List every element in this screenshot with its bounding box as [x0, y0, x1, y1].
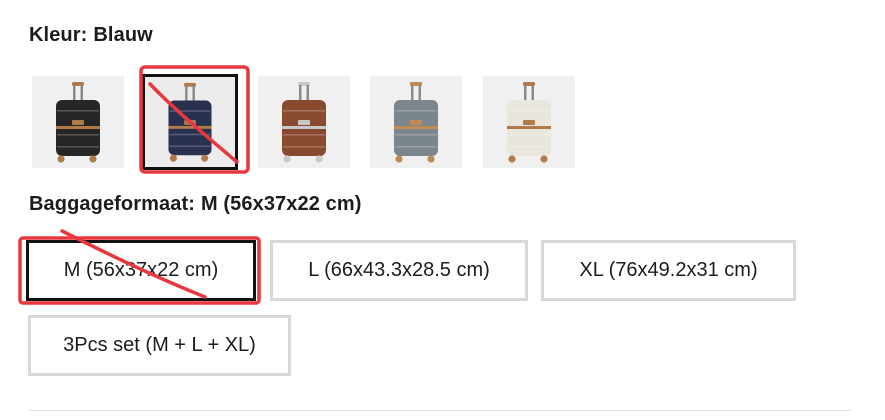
- color-label: Kleur: Blauw: [29, 24, 153, 47]
- size-option-m[interactable]: M (56x37x22 cm): [26, 240, 256, 301]
- suitcase-wheel: [283, 155, 291, 163]
- suitcase-handle-bar: [80, 85, 83, 101]
- size-option-l[interactable]: L (66x43.3x28.5 cm): [270, 240, 528, 301]
- suitcase-ridge: [57, 146, 99, 148]
- suitcase-image: [168, 82, 212, 162]
- suitcase-ridge: [169, 133, 211, 136]
- suitcase-trim: [56, 126, 100, 129]
- suitcase-ridge: [57, 110, 99, 112]
- suitcase-image: [394, 82, 438, 163]
- suitcase-wheel: [427, 155, 435, 163]
- product-variant-selector: Kleur: Blauw Baggageformaat: M (56x37x22 c…: [0, 0, 885, 420]
- swatch-grijs[interactable]: [370, 76, 462, 168]
- suitcase-handle-bar: [418, 85, 421, 101]
- size-label-value: M (56x37x22 cm): [200, 193, 362, 215]
- suitcase-ridge: [395, 134, 437, 136]
- suitcase-lock: [72, 120, 84, 125]
- suitcase-ridge: [283, 110, 325, 112]
- suitcase-handle-bar: [306, 85, 309, 101]
- suitcase-handle-bar: [411, 85, 414, 101]
- suitcase-handle-bar: [531, 85, 534, 101]
- suitcase-handle-bar: [299, 85, 302, 101]
- suitcase-wheel: [508, 155, 516, 163]
- suitcase-wheel: [89, 155, 97, 163]
- suitcase-trim: [168, 125, 212, 129]
- size-option-xl[interactable]: XL (76x49.2x31 cm): [541, 240, 796, 301]
- suitcase-ridge: [283, 134, 325, 136]
- suitcase-trim: [282, 126, 326, 129]
- suitcase-wheel: [540, 155, 548, 163]
- suitcase-ridge: [395, 146, 437, 148]
- suitcase-trim: [394, 126, 438, 129]
- swatch-blauw[interactable]: [142, 74, 238, 170]
- swatch-wit[interactable]: [483, 76, 575, 168]
- suitcase-handle-bar: [73, 85, 76, 101]
- suitcase-wheel: [57, 155, 65, 163]
- suitcase-image: [56, 82, 100, 163]
- suitcase-lock: [184, 120, 196, 125]
- color-label-prefix: Kleur:: [29, 24, 88, 46]
- suitcase-handle-bar: [185, 85, 188, 102]
- swatch-zwart[interactable]: [32, 76, 124, 168]
- suitcase-wheel: [169, 154, 177, 162]
- suitcase-wheel: [201, 154, 209, 162]
- suitcase-image: [282, 82, 326, 163]
- suitcase-lock: [523, 120, 535, 125]
- suitcase-lock: [410, 120, 422, 125]
- color-label-value: Blauw: [93, 24, 153, 46]
- suitcase-ridge: [169, 145, 211, 148]
- suitcase-handle-bar: [192, 85, 195, 102]
- suitcase-ridge: [57, 134, 99, 136]
- suitcase-ridge: [283, 146, 325, 148]
- color-swatches: [32, 74, 592, 170]
- swatch-bruin[interactable]: [258, 76, 350, 168]
- suitcase-handle-bar: [524, 85, 527, 101]
- suitcase-ridge: [508, 110, 550, 112]
- suitcase-wheel: [315, 155, 323, 163]
- suitcase-ridge: [169, 110, 211, 112]
- suitcase-image: [507, 82, 551, 163]
- suitcase-ridge: [508, 146, 550, 148]
- suitcase-ridge: [395, 110, 437, 112]
- divider: [29, 410, 851, 411]
- size-label: Baggageformaat: M (56x37x22 cm): [29, 193, 361, 216]
- size-option-3pcs-set[interactable]: 3Pcs set (M + L + XL): [28, 315, 291, 376]
- suitcase-lock: [298, 120, 310, 125]
- suitcase-trim: [507, 126, 551, 129]
- suitcase-ridge: [508, 134, 550, 136]
- suitcase-wheel: [395, 155, 403, 163]
- size-label-prefix: Baggageformaat:: [29, 193, 195, 215]
